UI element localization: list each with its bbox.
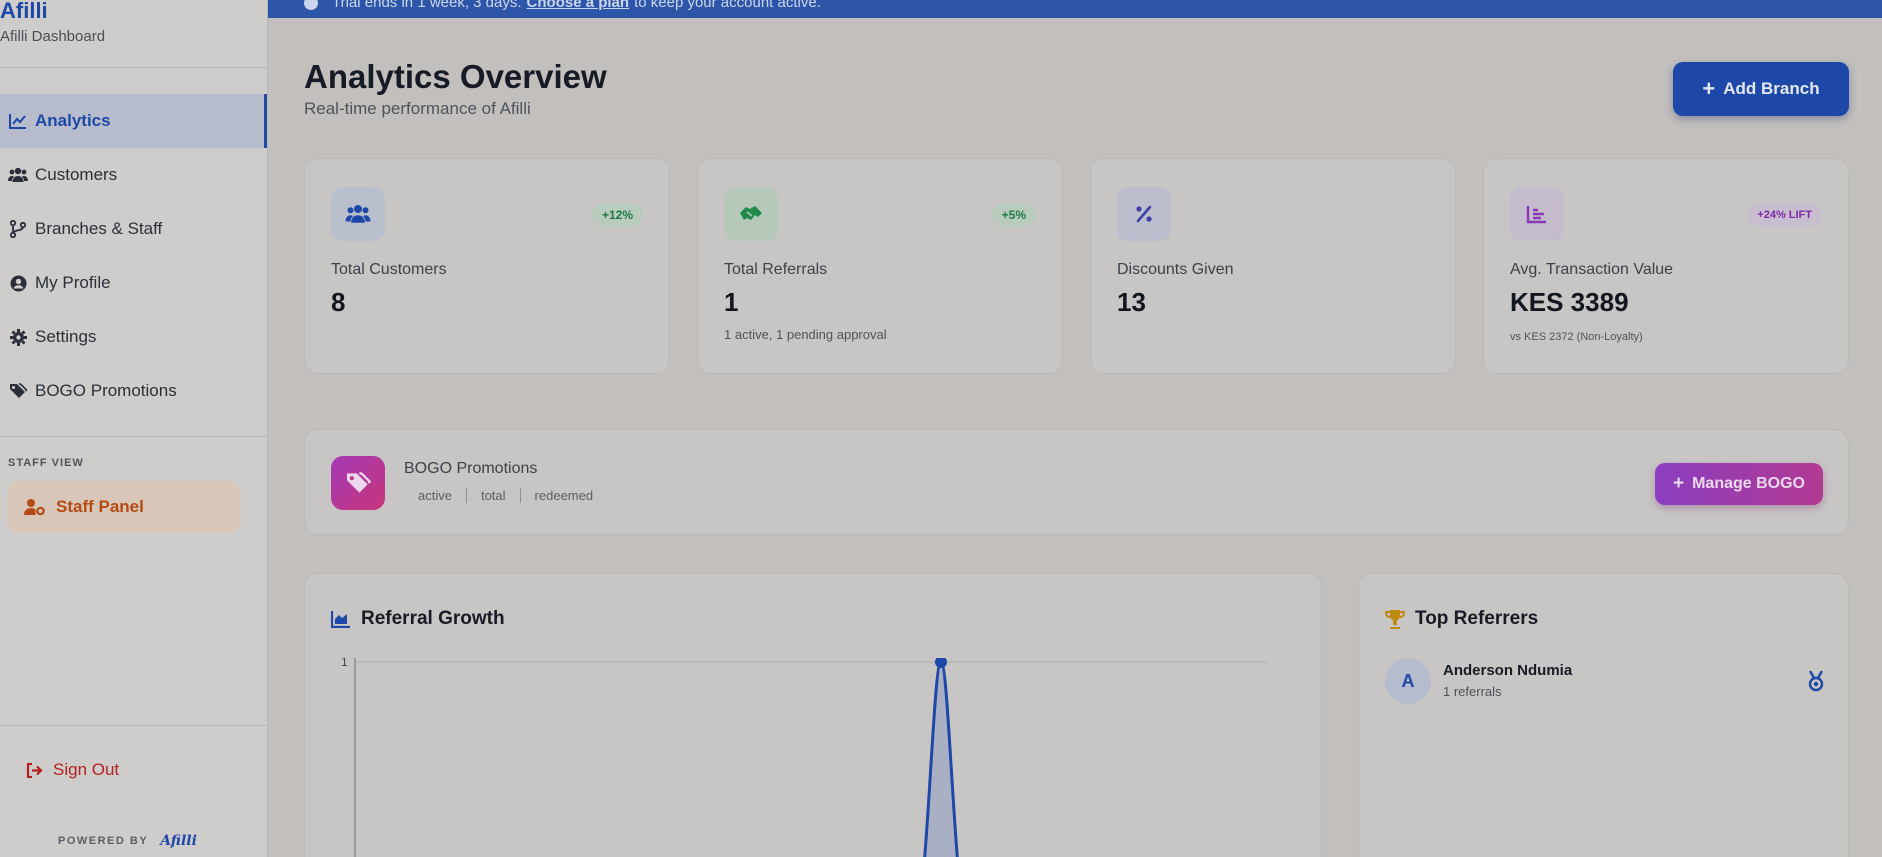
sign-out-button[interactable]: Sign Out [0,726,267,780]
trial-banner: Trial ends in 1 week, 3 days. Choose a p… [268,0,1882,18]
medal-icon [1807,670,1825,697]
bogo-stat-active: active [404,488,467,503]
brand: Afilli Afilli Dashboard [0,0,267,68]
trophy-icon [1385,609,1405,629]
top-referrers-label: Top Referrers [1415,608,1539,629]
brand-subtitle: Afilli Dashboard [0,28,106,45]
sidebar-item-label: My Profile [35,273,111,292]
lift-badge: +24% LIFT [1747,203,1822,227]
sidebar-item-bogo-promotions[interactable]: BOGO Promotions [0,364,267,418]
bogo-title: BOGO Promotions [404,460,538,477]
chart-line-icon [8,111,28,131]
add-branch-button[interactable]: + Add Branch [1673,62,1849,116]
stat-card-avg-transaction: +24% LIFT Avg. Transaction Value KES 338… [1483,158,1849,374]
users-icon [8,165,28,185]
brand-title[interactable]: Afilli [0,0,267,24]
choose-plan-link[interactable]: Choose a plan [527,0,630,11]
stat-note: vs KES 2372 (Non-Loyalty) [1510,331,1643,343]
sidebar-item-branches-staff[interactable]: Branches & Staff [0,202,267,256]
bogo-summary-card: BOGO Promotions active total redeemed + … [304,429,1849,535]
page-title: Analytics Overview [304,58,607,95]
stat-value: 1 [724,287,739,317]
gear-icon [8,327,28,347]
stat-label: Total Referrals [724,261,828,278]
referral-growth-chart: 1 [341,658,1267,857]
top-referrers-title: Top Referrers [1385,608,1538,630]
referrer-count: 1 referrals [1443,684,1502,699]
manage-bogo-button[interactable]: + Manage BOGO [1655,463,1823,505]
trial-banner-text-after: to keep your account active. [634,0,821,11]
sidebar-item-my-profile[interactable]: My Profile [0,256,267,310]
stat-card-total-customers: +12% Total Customers 8 [304,158,670,374]
clock-icon [304,0,318,10]
chart-area-icon [331,610,351,628]
referral-growth-title: Referral Growth [331,608,505,630]
avatar: A [1385,658,1431,704]
bogo-stat-redeemed: redeemed [534,488,594,503]
sidebar-nav: Analytics Customers Branches & Staff My … [0,94,267,418]
bogo-stats: active total redeemed [404,488,607,503]
bogo-stat-total: total [467,488,521,503]
stat-note: 1 active, 1 pending approval [724,327,887,342]
sign-out-label: Sign Out [53,760,120,779]
stat-value: 8 [331,287,346,317]
branch-icon [8,219,28,239]
sidebar-footer: Sign Out POWERED BY Afilli [0,725,267,857]
page-subtitle: Real-time performance of Afilli [304,99,531,118]
series-area [924,662,958,857]
growth-badge: +5% [991,203,1036,227]
add-branch-label: Add Branch [1723,79,1820,98]
stat-value: 13 [1117,287,1146,317]
sidebar-item-label: Customers [35,165,118,184]
percent-icon [1117,187,1171,241]
y-tick-label: 1 [341,658,348,669]
referrer-name: Anderson Ndumia [1443,662,1573,679]
referrer-row[interactable]: A Anderson Ndumia 1 referrals [1385,658,1825,704]
sidebar-item-settings[interactable]: Settings [0,310,267,364]
users-icon [331,187,385,241]
powered-by-label: POWERED BY [58,835,149,847]
sidebar-item-customers[interactable]: Customers [0,148,267,202]
referral-growth-card: Referral Growth 1 [304,573,1322,857]
referral-growth-label: Referral Growth [361,608,505,629]
stat-label: Avg. Transaction Value [1510,261,1674,278]
growth-badge: +12% [591,203,643,227]
staff-section-label: STAFF VIEW [8,457,84,469]
user-gear-icon [24,498,46,516]
sidebar-item-label: Settings [35,327,97,346]
tags-icon [331,456,385,510]
trial-banner-text: Trial ends in 1 week, 3 days. [332,0,522,11]
staff-panel-label: Staff Panel [56,497,144,516]
powered-by: POWERED BY Afilli [58,833,197,849]
sidebar: Afilli Afilli Dashboard Analytics Custom… [0,0,268,857]
data-point[interactable] [935,658,947,668]
handshake-icon [724,187,778,241]
tags-icon [8,381,28,401]
user-circle-icon [8,273,28,293]
stat-label: Discounts Given [1117,261,1234,278]
top-referrers-card: Top Referrers A Anderson Ndumia 1 referr… [1358,573,1849,857]
stat-card-discounts-given: Discounts Given 13 [1090,158,1456,374]
sidebar-item-label: Branches & Staff [35,219,163,238]
powered-by-logo: Afilli [160,833,197,849]
sign-out-icon [26,762,43,778]
plus-icon: + [1702,76,1716,101]
chart-bar-icon [1510,187,1564,241]
manage-bogo-label: Manage BOGO [1692,475,1805,492]
plus-icon: + [1672,473,1685,494]
stat-value: KES 3389 [1510,287,1629,317]
sidebar-item-label: BOGO Promotions [35,381,177,400]
staff-panel-button[interactable]: Staff Panel [8,481,240,533]
sidebar-item-analytics[interactable]: Analytics [0,94,267,148]
stat-label: Total Customers [331,261,447,278]
sidebar-item-label: Analytics [35,111,111,130]
stat-card-total-referrals: +5% Total Referrals 1 1 active, 1 pendin… [697,158,1063,374]
